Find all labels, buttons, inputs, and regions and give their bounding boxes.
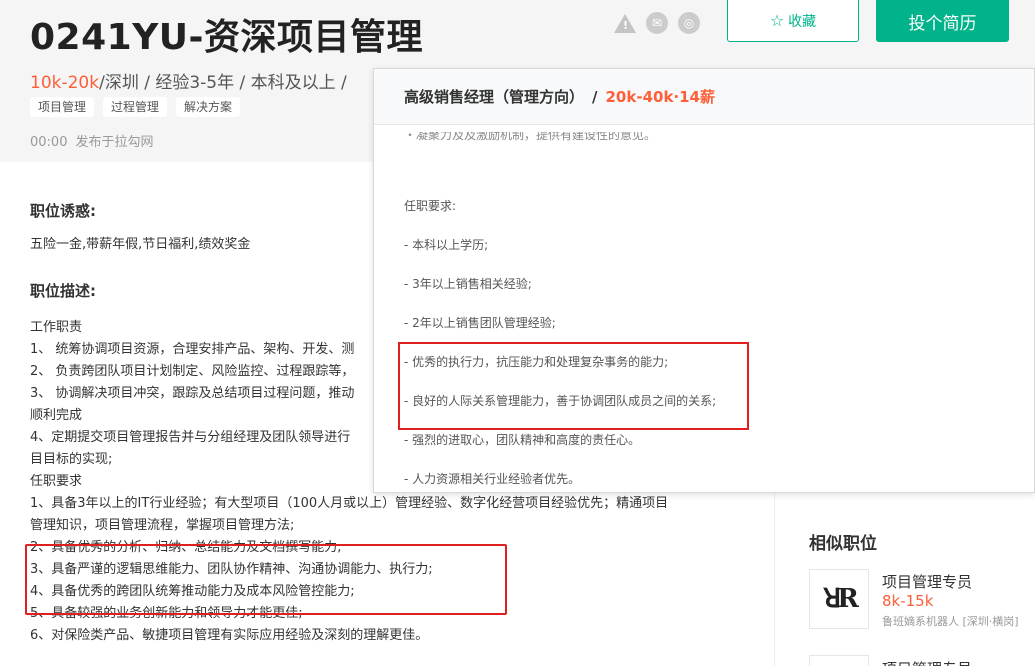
company-logo bbox=[809, 655, 869, 666]
popup-header: 高级销售经理（管理方向） / 20k-40k·14薪 bbox=[374, 69, 1034, 125]
job-tags: 项目管理 过程管理 解决方案 bbox=[30, 97, 241, 117]
popup-line: 任职要求: bbox=[404, 199, 457, 213]
desc-line: 1、具备3年以上的IT行业经验；有大型项目（100人月或以上）管理经验、数字化经… bbox=[30, 496, 669, 511]
job-title: 0241YU-资深项目管理 bbox=[30, 17, 423, 58]
collect-button[interactable]: ☆ 收藏 bbox=[727, 0, 859, 42]
similar-jobs-title: 相似职位 bbox=[809, 534, 877, 554]
similar-job-company: 鲁班嫡系机器人 [深圳·横岗] bbox=[882, 615, 1019, 628]
popup-separator: / bbox=[592, 87, 598, 106]
share-icons: ✉ ◎ bbox=[614, 12, 700, 34]
similar-job-title[interactable]: 项目管理专员 bbox=[882, 571, 972, 592]
popup-line: - 强烈的进取心，团队精神和高度的责任心。 bbox=[404, 433, 641, 447]
similar-job-title[interactable]: 项目管理专员 bbox=[882, 658, 972, 666]
popup-salary: 20k-40k·14薪 bbox=[605, 88, 716, 106]
star-icon: ☆ bbox=[769, 11, 785, 30]
tag-item[interactable]: 项目管理 bbox=[30, 97, 95, 117]
highlight-box bbox=[25, 544, 507, 615]
weibo-icon[interactable]: ◎ bbox=[678, 12, 700, 34]
tag-item[interactable]: 解决方案 bbox=[176, 97, 241, 117]
desc-line: 6、对保险类产品、敏捷项目管理有实际应用经验及深刻的理解更佳。 bbox=[30, 628, 429, 643]
highlight-box bbox=[398, 342, 749, 430]
popup-line: - 3年以上销售相关经验; bbox=[404, 277, 532, 291]
popup-line: - 本科以上学历; bbox=[404, 238, 489, 252]
publish-source: 发布于拉勾网 bbox=[75, 135, 154, 150]
tag-item[interactable]: 过程管理 bbox=[103, 97, 168, 117]
publish-info: 00:00 发布于拉勾网 bbox=[30, 131, 153, 150]
warning-icon[interactable] bbox=[614, 13, 636, 33]
popup-cut-line: ・凝聚力及及激励机制，提供有建设性的意见。 bbox=[404, 128, 657, 142]
publish-time: 00:00 bbox=[30, 135, 68, 150]
job-summary: 10k-20k/深圳 / 经验3-5年 / 本科及以上 / bbox=[30, 68, 347, 93]
job-meta: /深圳 / 经验3-5年 / 本科及以上 / bbox=[99, 73, 347, 93]
job-preview-popup[interactable]: 高级销售经理（管理方向） / 20k-40k·14薪 ・凝聚力及及激励机制，提供… bbox=[373, 68, 1035, 493]
job-salary: 10k-20k bbox=[30, 73, 100, 93]
wechat-icon[interactable]: ✉ bbox=[646, 12, 668, 34]
popup-line: - 2年以上销售团队管理经验; bbox=[404, 316, 556, 330]
popup-job-title: 高级销售经理（管理方向） bbox=[404, 88, 585, 106]
apply-button[interactable]: 投个简历 bbox=[876, 0, 1009, 42]
company-logo: ꓤR bbox=[809, 569, 869, 629]
popup-line: - 人力资源相关行业经验者优先。 bbox=[404, 472, 581, 486]
similar-job-salary: 8k-15k bbox=[882, 592, 934, 610]
desc-line: 管理知识，项目管理流程，掌握项目管理方法; bbox=[30, 518, 295, 533]
collect-label: 收藏 bbox=[788, 13, 817, 30]
